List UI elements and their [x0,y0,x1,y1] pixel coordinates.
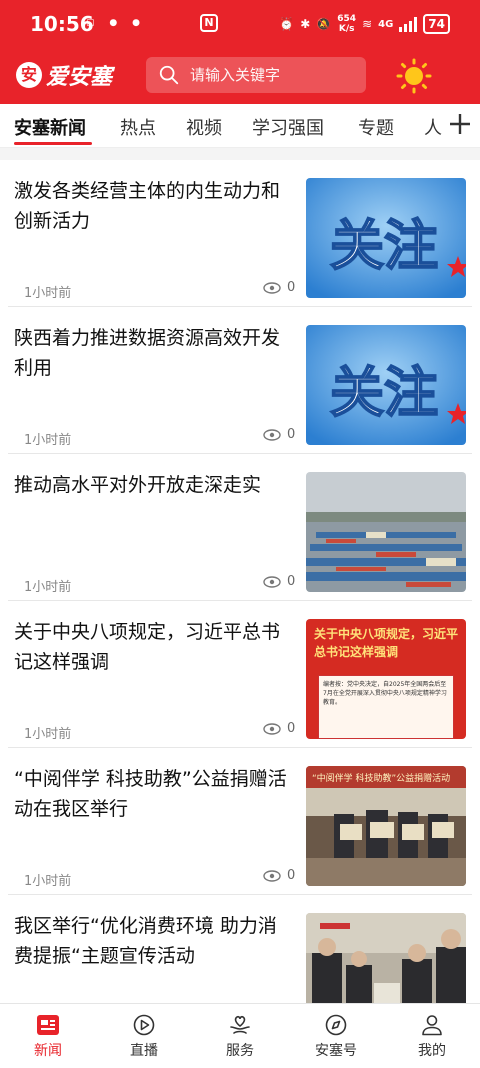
mute-icon: 🔕 [316,17,332,31]
tab-xuexi-qiangguo[interactable]: 学习强国 [252,114,324,140]
category-tabs: 安塞新闻 热点 视频 学习强国 专题 人 [0,104,480,148]
tab-hot[interactable]: 热点 [120,114,156,140]
poster-headline: 关于中央八项规定，习近平总书记这样强调 [314,627,459,659]
alarm-icon: ⏰ [279,17,295,31]
poster-body: 编者按：党中央决定，自2025年全国两会后至7月在全党开展深入贯彻中央八项规定精… [318,675,454,739]
app-name: 爱安塞 [46,64,113,90]
news-title[interactable]: 激发各类经营主体的内生动力和创新活力 [14,176,294,236]
nav-live[interactable]: 直播 [104,1014,184,1060]
view-count-value: 0 [287,574,296,589]
news-item[interactable]: 陕西着力推进数据资源高效开发利用 1小时前 0 关注 [0,307,480,454]
news-thumbnail-poster[interactable]: 关于中央八项规定，习近平总书记这样强调 编者按：党中央决定，自2025年全国两会… [306,619,466,739]
notification-dots-icon: ▢ ● ● [86,18,146,28]
nav-service-label: 服务 [226,1043,254,1059]
news-thumbnail-event-photo[interactable]: “中阅伴学 科技助教”公益捐赠活动 [306,766,466,886]
news-title[interactable]: 我区举行“优化消费环境 助力消费提振“主题宣传活动 [14,911,294,971]
news-time: 1小时前 [24,433,72,448]
app-header: 10:56 ▢ ● ● N ⏰ ✱ 🔕 654 K/s ≋ 4G 74 安 爱安塞 [0,0,480,104]
profile-icon [422,1015,442,1036]
view-count: 0 [263,574,295,589]
speed-value: 654 [337,14,357,24]
logo-mark: 安 [16,62,42,88]
tab-special[interactable]: 专题 [358,114,394,140]
news-time: 1小时前 [24,580,72,595]
news-title[interactable]: “中阅伴学 科技助教”公益捐赠活动在我区举行 [14,764,294,824]
news-icon [37,1015,59,1035]
news-item[interactable]: “中阅伴学 科技助教”公益捐赠活动在我区举行 1小时前 0 “中阅伴学 科技助教… [0,748,480,895]
tabs-separator [0,148,480,160]
tab-video[interactable]: 视频 [186,114,222,140]
news-feed: 激发各类经营主体的内生动力和创新活力 1小时前 0 关注 陕西着力推进数据资源高… [0,160,480,1003]
status-time: 10:56 [30,12,94,36]
status-icons: ⏰ ✱ 🔕 654 K/s ≋ 4G 74 [279,12,450,36]
network-speed: 654 K/s [337,14,356,34]
news-thumbnail[interactable]: 关注 [306,178,466,298]
news-time: 1小时前 [24,874,72,889]
app-logo: 安 爱安塞 [16,58,112,92]
tab-ansai-news[interactable]: 安塞新闻 [14,114,86,140]
news-title[interactable]: 关于中央八项规定，习近平总书记这样强调 [14,617,294,677]
search-bar[interactable] [146,57,366,93]
news-item[interactable]: 关于中央八项规定，习近平总书记这样强调 1小时前 0 关于中央八项规定，习近平总… [0,601,480,748]
banner-text: “中阅伴学 科技助教”公益捐赠活动 [312,772,450,784]
view-count-value: 0 [287,427,296,442]
signal-icon [399,16,418,32]
eye-icon [263,281,281,294]
sun-icon[interactable] [396,58,432,94]
nav-service[interactable]: 服务 [200,1014,280,1060]
view-count-value: 0 [287,280,296,295]
thumbnail-text: 关注 [330,214,438,277]
news-item[interactable]: 推动高水平对外开放走深走实 1小时前 0 [0,454,480,601]
view-count: 0 [263,721,295,736]
nfc-icon: N [200,14,218,32]
news-item[interactable]: 我区举行“优化消费环境 助力消费提振“主题宣传活动 [0,895,480,1003]
view-count-value: 0 [287,721,296,736]
nav-profile[interactable]: 我的 [392,1014,472,1060]
thumbnail-text: 关注 [330,361,438,424]
eye-icon [263,722,281,735]
news-time: 1小时前 [24,727,72,742]
news-title[interactable]: 推动高水平对外开放走深走实 [14,470,294,500]
news-time: 1小时前 [24,286,72,301]
nav-profile-label: 我的 [418,1043,446,1059]
eye-icon [263,869,281,882]
service-icon [230,1015,250,1034]
active-tab-indicator [14,142,92,145]
live-icon [133,1014,155,1036]
view-count: 0 [263,427,295,442]
battery-icon: 74 [423,14,450,34]
speed-unit: K/s [338,24,355,34]
nav-news-label: 新闻 [34,1043,62,1059]
news-thumbnail[interactable]: 关注 [306,325,466,445]
nav-news[interactable]: 新闻 [8,1014,88,1060]
news-title[interactable]: 陕西着力推进数据资源高效开发利用 [14,323,294,383]
news-thumbnail-port-photo[interactable] [306,472,466,592]
tab-people[interactable]: 人 [424,114,442,140]
network-type: 4G [378,18,394,30]
eye-icon [263,428,281,441]
search-icon [159,65,179,85]
bottom-navigation: 新闻 直播 服务 安塞号 我的 [0,1003,480,1068]
view-count: 0 [263,280,295,295]
nav-ansai-hao[interactable]: 安塞号 [296,1014,376,1060]
view-count: 0 [263,868,295,883]
wifi-icon: ≋ [362,17,373,31]
view-count-value: 0 [287,868,296,883]
status-bar: 10:56 ▢ ● ● N ⏰ ✱ 🔕 654 K/s ≋ 4G 74 [0,0,480,50]
news-item[interactable]: 激发各类经营主体的内生动力和创新活力 1小时前 0 关注 [0,160,480,307]
bluetooth-icon: ✱ [300,17,311,31]
nav-live-label: 直播 [130,1043,158,1059]
add-channel-icon[interactable] [448,112,472,136]
search-input[interactable] [190,66,360,84]
compass-icon [325,1014,347,1036]
news-thumbnail-crowd-photo[interactable] [306,913,466,1003]
nav-ansai-hao-label: 安塞号 [315,1043,357,1059]
eye-icon [263,575,281,588]
